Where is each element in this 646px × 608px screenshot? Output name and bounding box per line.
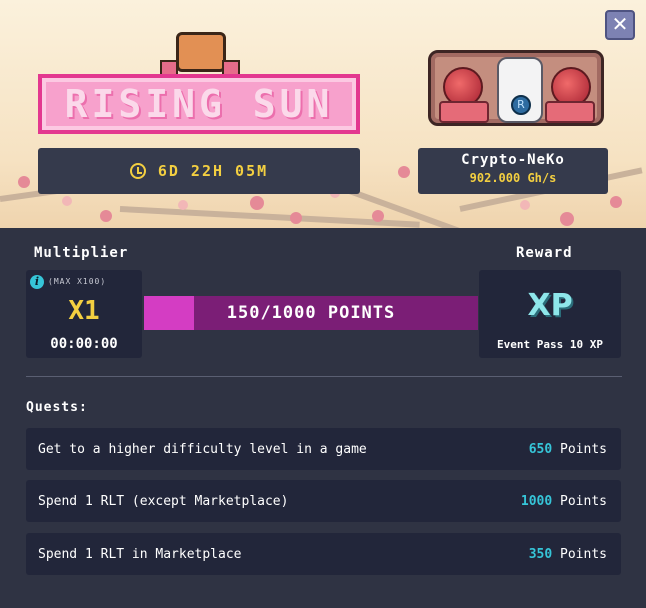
divider <box>26 376 622 377</box>
quest-row: Spend 1 RLT in Marketplace 350 Points <box>26 533 621 575</box>
quest-points: 650 Points <box>529 442 607 457</box>
orb-base-decoration <box>439 101 489 123</box>
quest-points: 350 Points <box>529 547 607 562</box>
orb-base-decoration <box>545 101 595 123</box>
miner-info: Crypto-NeKo 902.000 Gh/s <box>418 148 608 194</box>
multiplier-label: Multiplier <box>34 245 129 261</box>
quest-points-label: Points <box>560 441 607 457</box>
multiplier-timer: 00:00:00 <box>50 336 118 352</box>
quest-text: Spend 1 RLT in Marketplace <box>38 546 242 562</box>
coin-icon: R <box>511 95 531 115</box>
blossom-decoration <box>18 176 30 188</box>
multiplier-box: i (MAX X100) X1 00:00:00 <box>26 270 142 358</box>
quest-points-label: Points <box>560 546 607 562</box>
time-left: 6D 22H 05M <box>157 162 269 180</box>
close-icon: ✕ <box>611 12 629 36</box>
close-button[interactable]: ✕ <box>605 10 635 40</box>
quest-row: Get to a higher difficulty level in a ga… <box>26 428 621 470</box>
blossom-decoration <box>62 196 72 206</box>
event-timer: 6D 22H 05M <box>38 148 360 194</box>
blossom-decoration <box>100 210 112 222</box>
quests-label: Quests: <box>26 400 88 415</box>
blossom-decoration <box>398 166 410 178</box>
quest-points-label: Points <box>560 493 607 509</box>
reward-label: Reward <box>516 245 573 261</box>
progress-text: 150/1000 POINTS <box>226 303 396 323</box>
reward-box: XP Event Pass 10 XP <box>479 270 621 358</box>
hamster-mascot <box>160 30 242 78</box>
blossom-decoration <box>520 200 530 210</box>
quest-row: Spend 1 RLT (except Marketplace) 1000 Po… <box>26 480 621 522</box>
quest-points: 1000 Points <box>521 494 607 509</box>
blossom-decoration <box>250 196 264 210</box>
miner-image: R <box>428 50 604 126</box>
blossom-decoration <box>178 200 188 210</box>
event-hero: RISING SUN 6D 22H 05M R Crypto-NeKo 902.… <box>0 0 646 228</box>
miner-power: 902.000 Gh/s <box>469 171 557 185</box>
quest-points-value: 1000 <box>520 493 553 509</box>
event-title-banner: RISING SUN <box>38 74 360 134</box>
multiplier-value: X1 <box>68 296 100 326</box>
points-progress-bar: 150/1000 POINTS <box>144 296 478 330</box>
blossom-decoration <box>610 196 622 208</box>
reward-xp: XP <box>527 288 573 323</box>
reward-description: Event Pass 10 XP <box>497 338 603 351</box>
blossom-decoration <box>560 212 574 226</box>
lucky-cat-figure: R <box>497 57 543 123</box>
blossom-decoration <box>290 212 302 224</box>
quest-text: Spend 1 RLT (except Marketplace) <box>38 493 289 509</box>
quest-points-value: 350 <box>528 546 553 562</box>
blossom-decoration <box>372 210 384 222</box>
quest-text: Get to a higher difficulty level in a ga… <box>38 441 367 457</box>
quest-points-value: 650 <box>528 441 553 457</box>
info-icon[interactable]: i <box>30 275 44 289</box>
multiplier-max: (MAX X100) <box>48 277 107 286</box>
event-title: RISING SUN <box>64 82 334 126</box>
clock-icon <box>129 163 146 179</box>
miner-name: Crypto-NeKo <box>461 152 565 168</box>
hamster-head <box>176 32 226 72</box>
